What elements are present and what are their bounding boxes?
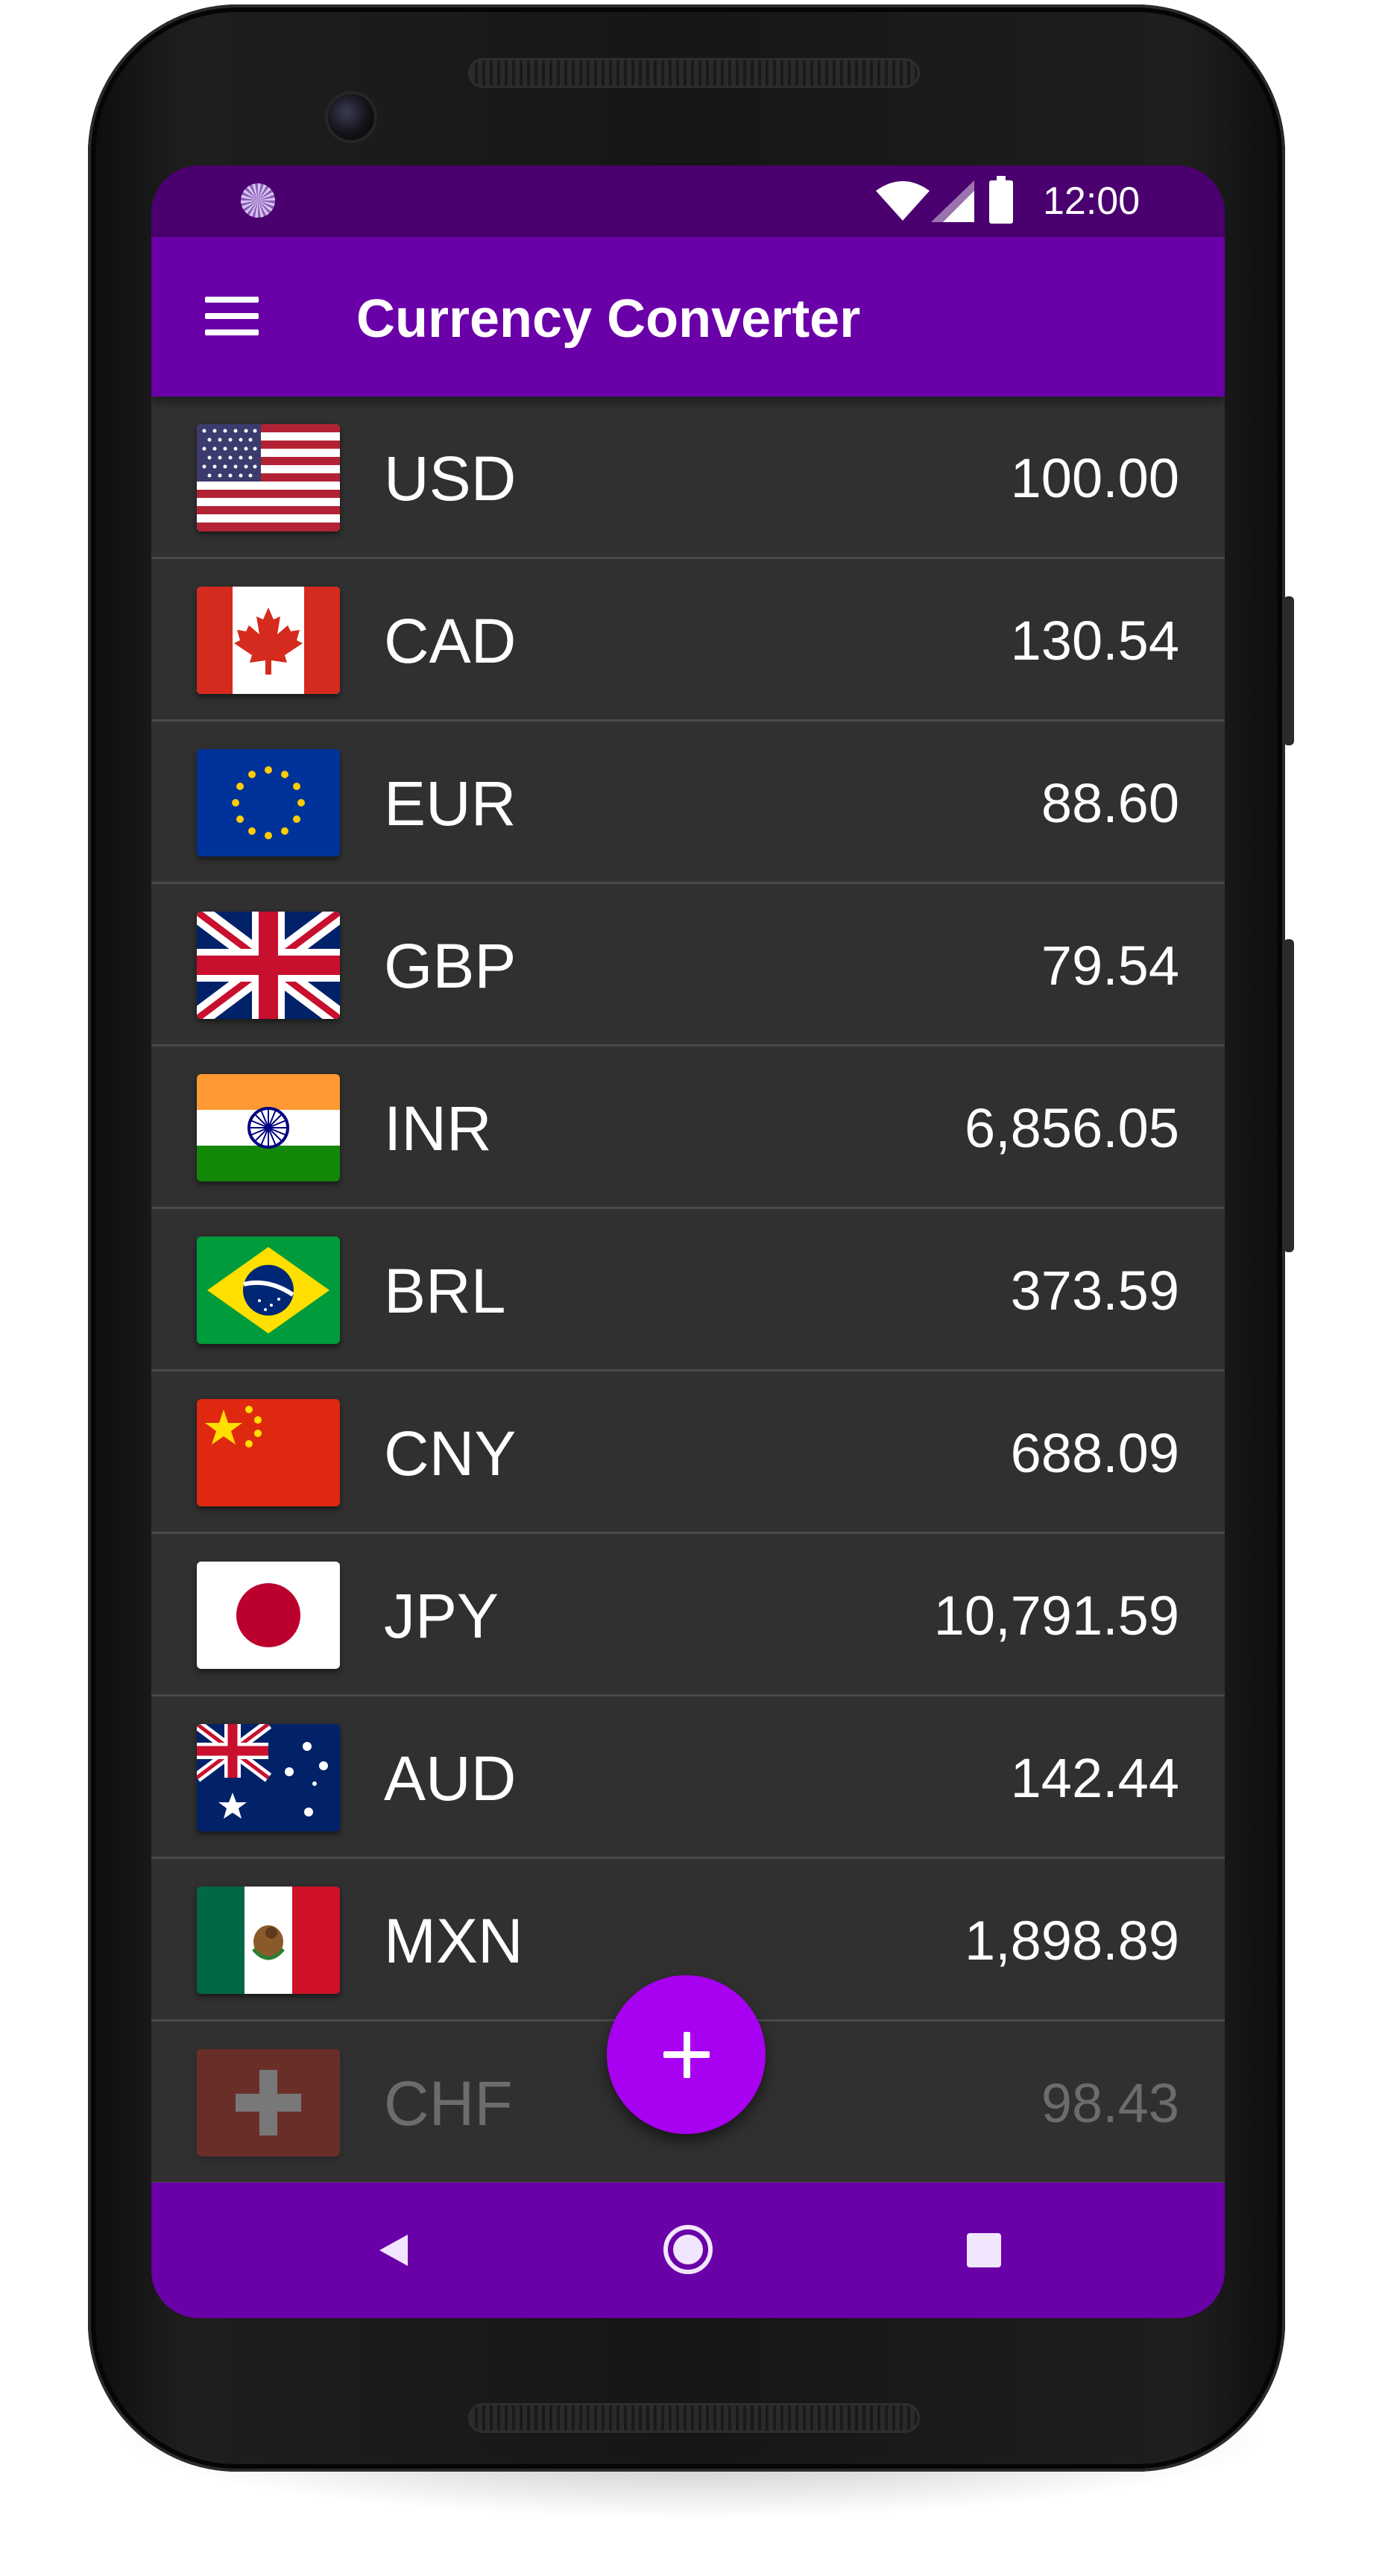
currency-amount: 88.60: [1041, 772, 1179, 834]
us-flag-icon: [197, 424, 340, 531]
currency-amount: 10,791.59: [933, 1585, 1179, 1647]
currency-code: AUD: [384, 1743, 517, 1813]
add-currency-button[interactable]: [607, 1975, 766, 2134]
currency-amount: 6,856.05: [964, 1097, 1179, 1159]
currency-amount: 142.44: [1010, 1747, 1179, 1809]
menu-icon[interactable]: [198, 286, 259, 346]
back-icon[interactable]: [375, 2232, 412, 2269]
brazil-flag-icon: [197, 1237, 340, 1344]
cell-signal-icon: [931, 180, 974, 222]
currency-row-jpy[interactable]: JPY 10,791.59: [151, 1534, 1225, 1696]
battery-icon: [989, 176, 1013, 224]
currency-amount: 688.09: [1010, 1422, 1179, 1484]
currency-code: JPY: [384, 1581, 499, 1651]
home-icon[interactable]: [663, 2224, 713, 2275]
india-flag-icon: [197, 1074, 340, 1181]
canada-flag-icon: [197, 587, 340, 694]
currency-row-inr[interactable]: INR 6,856.05: [151, 1046, 1225, 1209]
currency-code: INR: [384, 1093, 492, 1164]
eu-flag-icon: [197, 749, 340, 856]
currency-code: GBP: [384, 931, 517, 1001]
currency-amount: 79.54: [1041, 935, 1179, 997]
currency-code: EUR: [384, 768, 517, 839]
currency-amount: 1,898.89: [964, 1910, 1179, 1972]
currency-row-cny[interactable]: CNY 688.09: [151, 1371, 1225, 1534]
navigation-bar: [151, 2182, 1225, 2318]
japan-flag-icon: [197, 1562, 340, 1669]
currency-amount: 98.43: [1041, 2072, 1179, 2134]
currency-code: CNY: [384, 1418, 517, 1489]
currency-list: USD 100.00 CAD 130.54 EUR 88.60 GBP 79.5…: [151, 397, 1225, 2184]
currency-code: USD: [384, 443, 517, 514]
currency-code: MXN: [384, 1906, 523, 1976]
currency-row-gbp[interactable]: GBP 79.54: [151, 884, 1225, 1046]
top-speaker: [468, 58, 920, 88]
volume-button: [1284, 939, 1294, 1252]
power-button: [1284, 596, 1294, 745]
mexico-flag-icon: [197, 1887, 340, 1994]
uk-flag-icon: [197, 912, 340, 1019]
currency-code: CAD: [384, 606, 517, 676]
switzerland-flag-icon: [197, 2049, 340, 2156]
currency-row-usd[interactable]: USD 100.00: [151, 397, 1225, 559]
app-title: Currency Converter: [356, 289, 861, 349]
currency-row-cad[interactable]: CAD 130.54: [151, 559, 1225, 722]
recents-icon[interactable]: [967, 2233, 1001, 2267]
currency-amount: 130.54: [1010, 610, 1179, 672]
currency-row-aud[interactable]: AUD 142.44: [151, 1696, 1225, 1859]
currency-amount: 100.00: [1010, 447, 1179, 509]
currency-row-eur[interactable]: EUR 88.60: [151, 722, 1225, 884]
china-flag-icon: [197, 1399, 340, 1506]
status-bar: 12:00: [151, 165, 1225, 237]
currency-code: CHF: [384, 2068, 513, 2138]
app-bar: Currency Converter: [151, 237, 1225, 397]
notification-icon: [241, 183, 275, 218]
wifi-icon: [876, 181, 930, 221]
currency-row-brl[interactable]: BRL 373.59: [151, 1209, 1225, 1371]
australia-flag-icon: [197, 1724, 340, 1831]
front-camera: [325, 91, 377, 143]
currency-code: BRL: [384, 1256, 506, 1326]
screen: 12:00 Currency Converter USD 100.00 CAD …: [151, 165, 1225, 2318]
bottom-speaker: [468, 2403, 920, 2433]
status-time: 12:00: [1043, 180, 1141, 223]
currency-amount: 373.59: [1010, 1260, 1179, 1322]
